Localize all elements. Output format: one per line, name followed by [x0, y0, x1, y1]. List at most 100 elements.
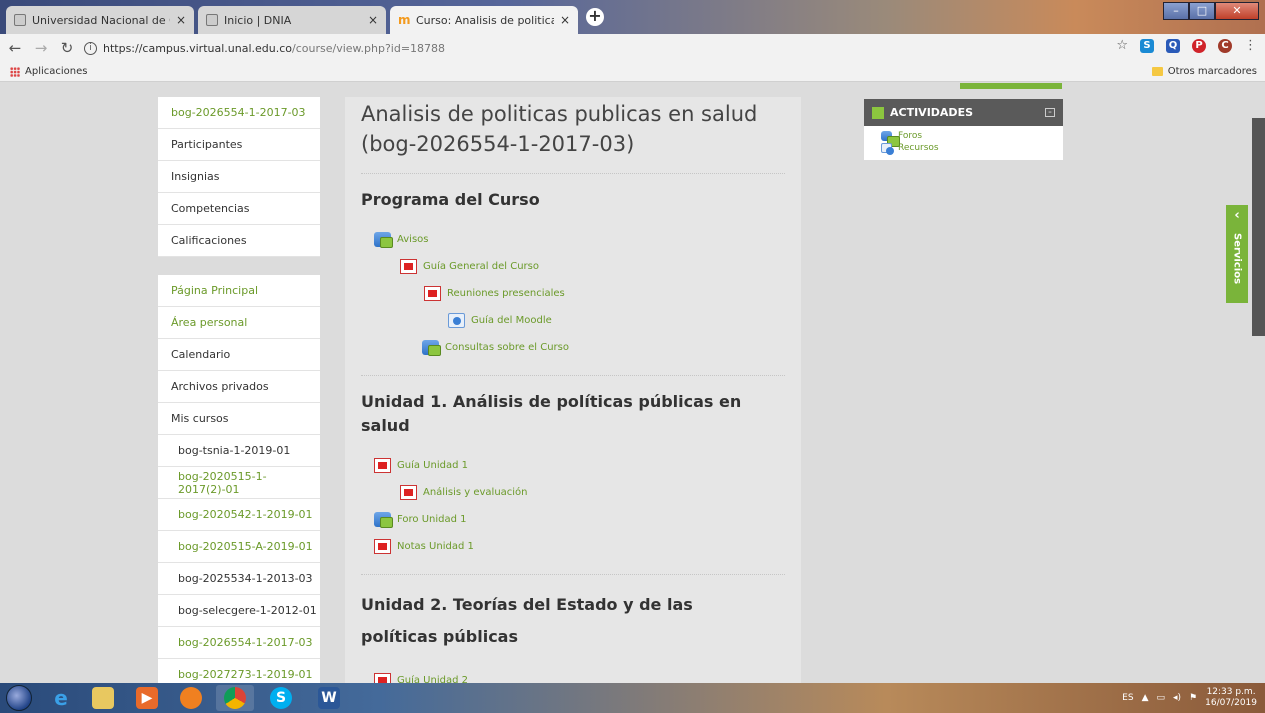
chrome-icon[interactable] [216, 685, 254, 711]
menu-icon[interactable]: ⋮ [1244, 38, 1257, 53]
course-section: Programa del Curso Avisos Guía General d… [361, 173, 785, 361]
new-tab-button[interactable]: + [586, 8, 604, 26]
sidebar-course-link[interactable]: bog-2020542-1-2019-01 [158, 499, 320, 531]
volume-icon[interactable]: ◂) [1173, 693, 1181, 703]
sidebar-item-area-personal[interactable]: Área personal [158, 307, 320, 339]
browser-tab-strip: Universidad Nacional de Colomb × Inicio … [0, 0, 1265, 34]
bookmarks-bar: Aplicaciones Otros marcadores [0, 62, 1265, 82]
url-path: /course/view.php?id=18788 [292, 41, 446, 55]
sidebar-item-calificaciones[interactable]: Calificaciones [158, 225, 320, 257]
activity-label: Notas Unidad 1 [397, 541, 474, 552]
forward-icon[interactable]: → [30, 37, 52, 59]
clock[interactable]: 12:33 p.m. 16/07/2019 [1205, 687, 1257, 709]
services-drawer-tab[interactable]: ‹ Servicios [1226, 205, 1248, 303]
extension-search-icon[interactable]: Q [1166, 38, 1180, 53]
media-player-icon[interactable]: ▶ [128, 685, 166, 711]
pdf-icon [374, 673, 391, 683]
page-title: Analisis de politicas publicas en salud … [361, 102, 758, 156]
close-window-button[interactable]: ✕ [1215, 2, 1259, 20]
activities-block-title: ACTIVIDADES [890, 106, 973, 119]
apps-shortcut[interactable]: Aplicaciones [10, 66, 87, 77]
sidebar-item-competencias[interactable]: Competencias [158, 193, 320, 225]
page-scrollbar[interactable] [1252, 118, 1265, 336]
firefox-icon[interactable] [172, 685, 210, 711]
url-icon [448, 313, 465, 328]
sidebar-item-course[interactable]: bog-2026554-1-2017-03 [158, 97, 320, 129]
activity-label: Guía General del Curso [423, 261, 539, 272]
start-button[interactable] [6, 685, 32, 711]
activity-link[interactable]: Guía del Moodle [361, 307, 785, 334]
activity-link[interactable]: Notas Unidad 1 [361, 533, 785, 560]
tab-dnia[interactable]: Inicio | DNIA × [198, 6, 386, 34]
url-host: https://campus.virtual.unal.edu.co [103, 41, 293, 55]
activity-label: Consultas sobre el Curso [445, 342, 569, 353]
sidebar-course-link[interactable]: bog-2026554-1-2017-03 [158, 627, 320, 659]
reload-icon[interactable]: ↻ [56, 37, 78, 59]
sidebar-item-calendario[interactable]: Calendario [158, 339, 320, 371]
back-icon[interactable]: ← [4, 37, 26, 59]
folder-icon [1151, 67, 1163, 76]
clock-date: 16/07/2019 [1205, 698, 1257, 708]
sidebar-course-link[interactable]: bog-2027273-1-2019-01 [158, 659, 320, 683]
activity-link[interactable]: Avisos [361, 226, 785, 253]
tab-title: Curso: Analisis de politicas public [416, 13, 554, 27]
extension-s-icon[interactable]: S [1140, 38, 1154, 53]
skype-icon[interactable]: S [262, 685, 300, 711]
address-bar-row: ← → ↻ i https://campus.virtual.unal.edu.… [0, 34, 1265, 62]
close-tab-icon[interactable]: × [560, 13, 570, 27]
sidebar-item-mis-cursos[interactable]: Mis cursos [158, 403, 320, 435]
collapse-block-icon[interactable]: – [1045, 108, 1055, 117]
close-tab-icon[interactable]: × [176, 13, 186, 27]
language-indicator[interactable]: ES [1122, 693, 1133, 703]
activity-label: Análisis y evaluación [423, 487, 528, 498]
network-icon[interactable]: ▭ [1157, 693, 1166, 703]
sidebar-course-link[interactable]: bog-selecgere-1-2012-01 [158, 595, 320, 627]
activity-type-label: Recursos [898, 143, 939, 153]
sidebar-item-pagina-principal[interactable]: Página Principal [158, 275, 320, 307]
sidebar-course-link[interactable]: bog-2025534-1-2013-03 [158, 563, 320, 595]
forum-icon [374, 512, 393, 528]
sidebar-course-link[interactable]: bog-2020515-A-2019-01 [158, 531, 320, 563]
sidebar-course-link[interactable]: bog-tsnia-1-2019-01 [158, 435, 320, 467]
url-field[interactable]: i https://campus.virtual.unal.edu.co/cou… [84, 41, 446, 55]
file-explorer-icon[interactable] [84, 685, 122, 711]
word-icon[interactable]: W [310, 685, 348, 711]
sidebar-course-link[interactable]: bog-2020515-1-2017(2)-01 [158, 467, 320, 499]
moodle-favicon-icon: m [398, 13, 411, 27]
internet-explorer-icon[interactable]: e [42, 685, 80, 711]
pinterest-icon[interactable]: P [1192, 38, 1206, 53]
activity-label: Reuniones presenciales [447, 288, 565, 299]
activity-link[interactable]: Foro Unidad 1 [361, 506, 785, 533]
course-main-region: Analisis de politicas publicas en salud … [345, 97, 801, 683]
system-tray: ES ▲ ▭ ◂) ⚑ 12:33 p.m. 16/07/2019 [1122, 683, 1257, 713]
show-hidden-icons-icon[interactable]: ▲ [1142, 693, 1149, 703]
minimize-button[interactable]: – [1163, 2, 1189, 20]
forum-icon [374, 232, 393, 248]
other-bookmarks[interactable]: Otros marcadores [1151, 66, 1257, 77]
activities-link-foros[interactable]: Foros [864, 130, 1063, 147]
sidebar-item-participantes[interactable]: Participantes [158, 129, 320, 161]
activity-link[interactable]: Reuniones presenciales [361, 280, 785, 307]
tab-universidad[interactable]: Universidad Nacional de Colomb × [6, 6, 194, 34]
activity-link[interactable]: Consultas sobre el Curso [361, 334, 785, 361]
activity-label: Guía del Moodle [471, 315, 552, 326]
section-title: Programa del Curso [361, 190, 540, 209]
activity-link[interactable]: Guía Unidad 1 [361, 452, 785, 479]
flag-icon[interactable]: ⚑ [1189, 693, 1197, 703]
bookmark-star-icon[interactable]: ☆ [1116, 38, 1128, 53]
maximize-button[interactable]: □ [1189, 2, 1215, 20]
profile-avatar-icon[interactable]: C [1218, 38, 1232, 53]
activity-link[interactable]: Guía General del Curso [361, 253, 785, 280]
sidebar-divider [158, 257, 320, 275]
toolbar-extensions: ☆ S Q P C ⋮ [1116, 38, 1257, 53]
sidebar-item-archivos-privados[interactable]: Archivos privados [158, 371, 320, 403]
sidebar-item-insignias[interactable]: Insignias [158, 161, 320, 193]
site-info-icon[interactable]: i [84, 41, 97, 55]
course-section: Unidad 1. Análisis de políticas públicas… [361, 375, 785, 560]
activity-link[interactable]: Guía Unidad 2 [361, 667, 785, 683]
tab-curso[interactable]: m Curso: Analisis de politicas public × [390, 6, 578, 34]
close-tab-icon[interactable]: × [368, 13, 378, 27]
activities-block-header: ACTIVIDADES – [864, 99, 1063, 126]
apps-grid-icon [10, 66, 20, 77]
activity-link[interactable]: Análisis y evaluación [361, 479, 785, 506]
